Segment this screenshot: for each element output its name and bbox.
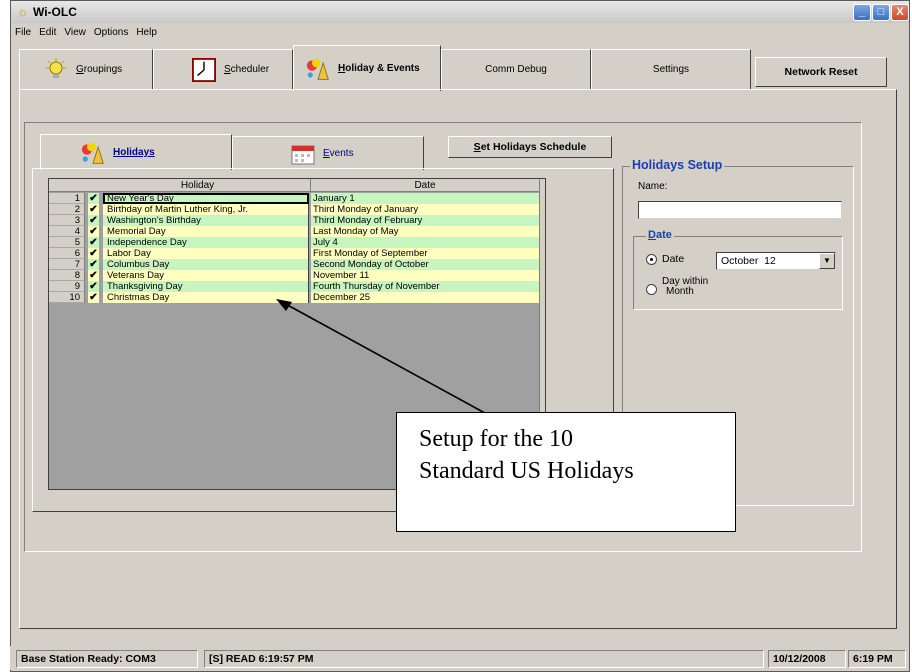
status-bar: Base Station Ready: COM3 [S] READ 6:19:5… [10,646,908,670]
status-date: 10/12/2008 [768,650,846,668]
callout-arrow [276,299,495,419]
status-read: [S] READ 6:19:57 PM [204,650,764,668]
status-time: 6:19 PM [848,650,906,668]
status-base-station: Base Station Ready: COM3 [16,650,198,668]
annotation-callout: Setup for the 10 Standard US Holidays [396,412,736,532]
